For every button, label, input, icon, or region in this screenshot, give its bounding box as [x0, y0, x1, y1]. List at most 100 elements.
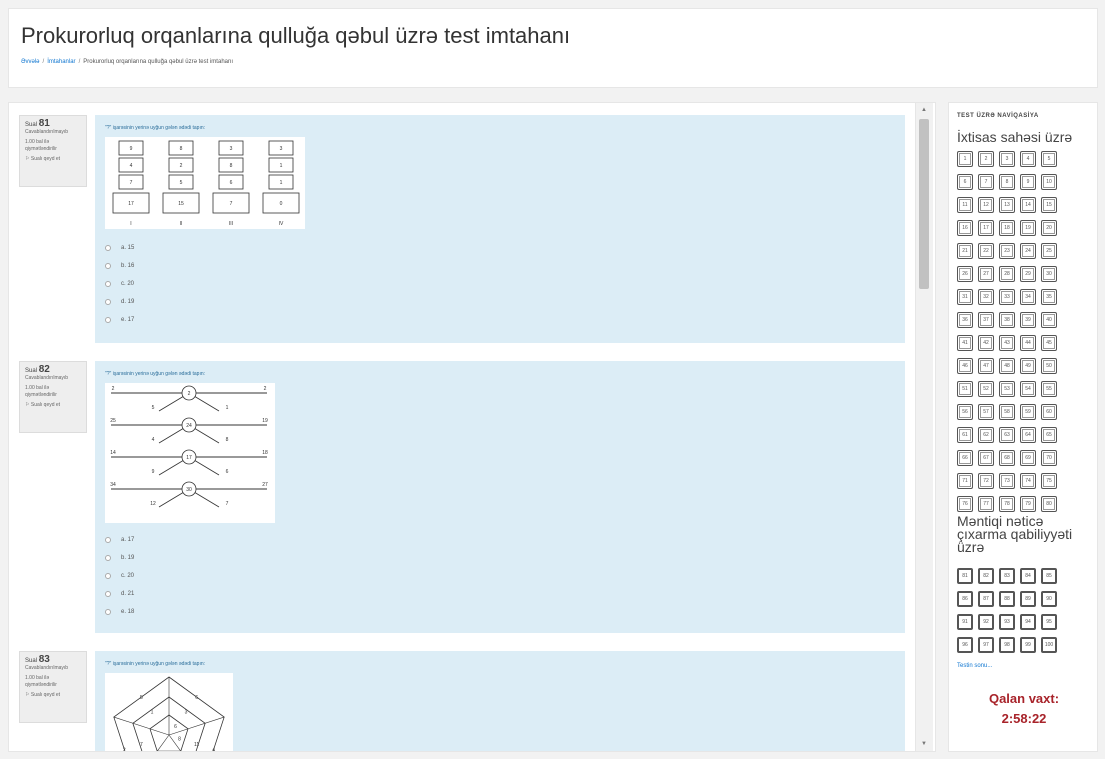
- nav-question-70[interactable]: 70: [1041, 450, 1057, 466]
- nav-question-55[interactable]: 55: [1041, 381, 1057, 397]
- nav-question-78[interactable]: 78: [999, 496, 1015, 512]
- nav-question-84[interactable]: 84: [1020, 568, 1036, 584]
- nav-question-90[interactable]: 90: [1041, 591, 1057, 607]
- nav-question-40[interactable]: 40: [1041, 312, 1057, 328]
- nav-question-85[interactable]: 85: [1041, 568, 1057, 584]
- nav-question-14[interactable]: 14: [1020, 197, 1036, 213]
- flag-question-button[interactable]: ⚐ Sualı qeyd et: [25, 156, 81, 163]
- nav-question-99[interactable]: 99: [1020, 637, 1036, 653]
- nav-question-17[interactable]: 17: [978, 220, 994, 236]
- nav-question-29[interactable]: 29: [1020, 266, 1036, 282]
- nav-question-74[interactable]: 74: [1020, 473, 1036, 489]
- option-e[interactable]: e. 17: [105, 311, 134, 329]
- nav-question-20[interactable]: 20: [1041, 220, 1057, 236]
- nav-question-44[interactable]: 44: [1020, 335, 1036, 351]
- nav-question-59[interactable]: 59: [1020, 404, 1036, 420]
- nav-question-46[interactable]: 46: [957, 358, 973, 374]
- nav-question-39[interactable]: 39: [1020, 312, 1036, 328]
- radio-button[interactable]: [105, 263, 111, 269]
- nav-question-31[interactable]: 31: [957, 289, 973, 305]
- nav-question-19[interactable]: 19: [1020, 220, 1036, 236]
- nav-question-4[interactable]: 4: [1020, 151, 1036, 167]
- nav-question-73[interactable]: 73: [999, 473, 1015, 489]
- nav-question-86[interactable]: 86: [957, 591, 973, 607]
- option-c[interactable]: c. 20: [105, 567, 134, 585]
- option-d[interactable]: d. 19: [105, 293, 134, 311]
- option-a[interactable]: a. 17: [105, 531, 134, 549]
- option-b[interactable]: b. 16: [105, 257, 134, 275]
- nav-question-26[interactable]: 26: [957, 266, 973, 282]
- nav-question-56[interactable]: 56: [957, 404, 973, 420]
- nav-question-42[interactable]: 42: [978, 335, 994, 351]
- nav-question-54[interactable]: 54: [1020, 381, 1036, 397]
- nav-question-16[interactable]: 16: [957, 220, 973, 236]
- radio-button[interactable]: [105, 245, 111, 251]
- nav-question-38[interactable]: 38: [999, 312, 1015, 328]
- nav-question-24[interactable]: 24: [1020, 243, 1036, 259]
- nav-question-1[interactable]: 1: [957, 151, 973, 167]
- nav-question-10[interactable]: 10: [1041, 174, 1057, 190]
- nav-question-9[interactable]: 9: [1020, 174, 1036, 190]
- breadcrumb-exams[interactable]: İmtahanlar: [47, 59, 75, 65]
- option-d[interactable]: d. 21: [105, 585, 134, 603]
- nav-question-22[interactable]: 22: [978, 243, 994, 259]
- nav-question-68[interactable]: 68: [999, 450, 1015, 466]
- nav-question-5[interactable]: 5: [1041, 151, 1057, 167]
- nav-question-94[interactable]: 94: [1020, 614, 1036, 630]
- nav-question-97[interactable]: 97: [978, 637, 994, 653]
- nav-question-11[interactable]: 11: [957, 197, 973, 213]
- radio-button[interactable]: [105, 591, 111, 597]
- nav-question-7[interactable]: 7: [978, 174, 994, 190]
- nav-question-65[interactable]: 65: [1041, 427, 1057, 443]
- nav-question-47[interactable]: 47: [978, 358, 994, 374]
- nav-question-53[interactable]: 53: [999, 381, 1015, 397]
- radio-button[interactable]: [105, 281, 111, 287]
- nav-question-60[interactable]: 60: [1041, 404, 1057, 420]
- nav-question-32[interactable]: 32: [978, 289, 994, 305]
- nav-question-45[interactable]: 45: [1041, 335, 1057, 351]
- radio-button[interactable]: [105, 299, 111, 305]
- nav-question-100[interactable]: 100: [1041, 637, 1057, 653]
- nav-question-34[interactable]: 34: [1020, 289, 1036, 305]
- scroll-up-icon[interactable]: ▲: [921, 107, 927, 113]
- nav-question-72[interactable]: 72: [978, 473, 994, 489]
- radio-button[interactable]: [105, 555, 111, 561]
- nav-question-76[interactable]: 76: [957, 496, 973, 512]
- scrollbar-thumb[interactable]: [919, 119, 929, 289]
- nav-question-96[interactable]: 96: [957, 637, 973, 653]
- breadcrumb-home[interactable]: Əvvələ: [21, 59, 40, 65]
- nav-question-48[interactable]: 48: [999, 358, 1015, 374]
- nav-question-35[interactable]: 35: [1041, 289, 1057, 305]
- nav-question-41[interactable]: 41: [957, 335, 973, 351]
- nav-question-57[interactable]: 57: [978, 404, 994, 420]
- nav-question-69[interactable]: 69: [1020, 450, 1036, 466]
- finish-attempt-link[interactable]: Testin sonu...: [957, 663, 992, 669]
- nav-question-37[interactable]: 37: [978, 312, 994, 328]
- nav-question-98[interactable]: 98: [999, 637, 1015, 653]
- nav-question-64[interactable]: 64: [1020, 427, 1036, 443]
- nav-question-33[interactable]: 33: [999, 289, 1015, 305]
- nav-question-87[interactable]: 87: [978, 591, 994, 607]
- option-c[interactable]: c. 20: [105, 275, 134, 293]
- nav-question-66[interactable]: 66: [957, 450, 973, 466]
- nav-question-52[interactable]: 52: [978, 381, 994, 397]
- scroll-down-icon[interactable]: ▼: [921, 741, 927, 747]
- nav-question-2[interactable]: 2: [978, 151, 994, 167]
- nav-question-23[interactable]: 23: [999, 243, 1015, 259]
- nav-question-63[interactable]: 63: [999, 427, 1015, 443]
- nav-question-8[interactable]: 8: [999, 174, 1015, 190]
- radio-button[interactable]: [105, 537, 111, 543]
- nav-question-93[interactable]: 93: [999, 614, 1015, 630]
- nav-question-91[interactable]: 91: [957, 614, 973, 630]
- breadcrumb-current[interactable]: Prokurorluq orqanlarına qulluğa qəbul üz…: [83, 59, 233, 65]
- radio-button[interactable]: [105, 609, 111, 615]
- radio-button[interactable]: [105, 317, 111, 323]
- nav-question-95[interactable]: 95: [1041, 614, 1057, 630]
- nav-question-13[interactable]: 13: [999, 197, 1015, 213]
- nav-question-50[interactable]: 50: [1041, 358, 1057, 374]
- option-b[interactable]: b. 19: [105, 549, 134, 567]
- nav-question-89[interactable]: 89: [1020, 591, 1036, 607]
- nav-question-82[interactable]: 82: [978, 568, 994, 584]
- nav-question-30[interactable]: 30: [1041, 266, 1057, 282]
- radio-button[interactable]: [105, 573, 111, 579]
